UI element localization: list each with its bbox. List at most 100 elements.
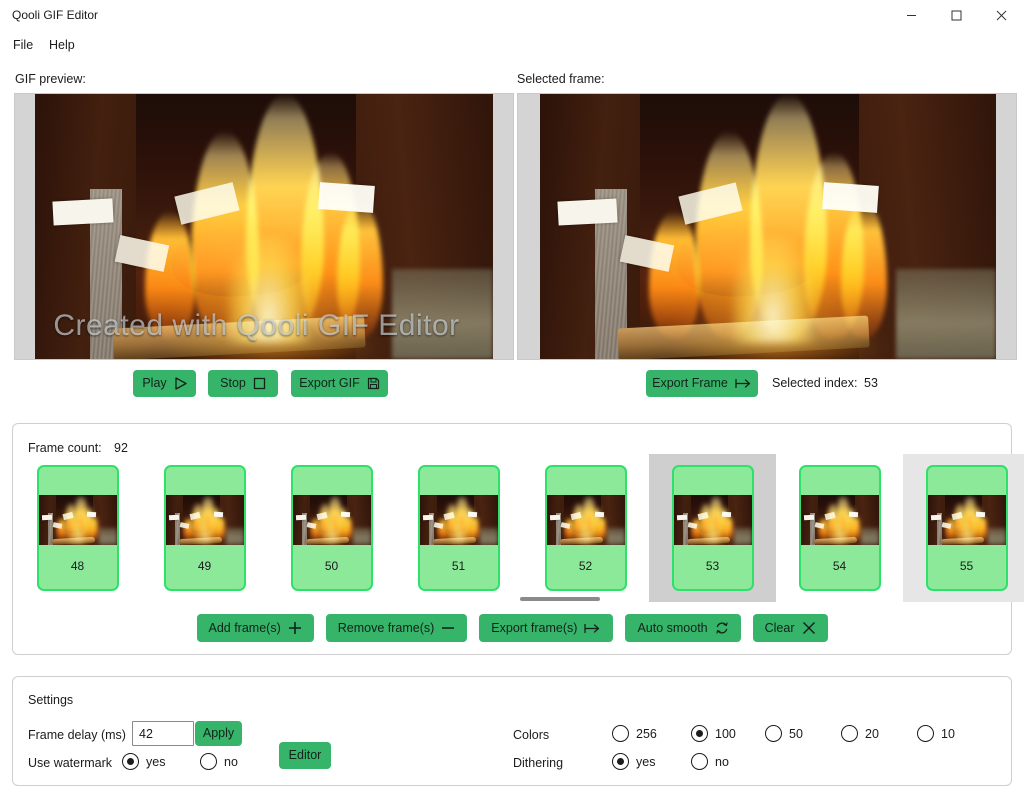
frame-thumbnail-image (292, 495, 371, 545)
window-controls (889, 0, 1024, 30)
selected-frame-image (540, 94, 996, 359)
radio-dot-icon (612, 725, 629, 742)
export-frame-button[interactable]: Export Frame (646, 370, 758, 397)
radio-watermark-no-label: no (224, 754, 238, 769)
frame-index-label: 51 (451, 559, 466, 573)
frame-thumbnail-card[interactable]: 49 (163, 465, 246, 591)
frame-thumbnail-card[interactable]: 51 (417, 465, 500, 591)
frame-index-label: 48 (70, 559, 85, 573)
export-frame-button-label: Export Frame (652, 376, 728, 391)
menu-item-file[interactable]: File (7, 36, 39, 54)
frame-actions-toolbar: Add frame(s) Remove frame(s) Export fram… (13, 614, 1011, 642)
play-icon (174, 377, 187, 390)
auto-smooth-button[interactable]: Auto smooth (625, 614, 741, 642)
frame-thumbnail-card[interactable]: 53 (671, 465, 754, 591)
frame-count-label: Frame count: (28, 441, 102, 455)
frame-thumbnail-card[interactable]: 55 (925, 465, 1008, 591)
frame-slot[interactable]: 53 (649, 454, 776, 602)
colors-label: Colors (513, 728, 550, 742)
radio-colors-20[interactable]: 20 (841, 725, 879, 742)
export-frames-label: Export frame(s) (491, 620, 578, 635)
add-frames-label: Add frame(s) (208, 620, 281, 635)
radio-dot-icon (200, 753, 217, 770)
frame-index-label: 52 (578, 559, 593, 573)
frame-delay-input[interactable] (132, 721, 194, 746)
radio-colors-256-label: 256 (636, 726, 657, 741)
radio-colors-20-label: 20 (865, 726, 879, 741)
frame-index-label: 55 (959, 559, 974, 573)
frame-thumbnail-card[interactable]: 54 (798, 465, 881, 591)
apply-button-label: Apply (202, 726, 235, 741)
radio-watermark-yes[interactable]: yes (122, 753, 165, 770)
maximize-icon[interactable] (934, 0, 979, 30)
radio-dot-icon (691, 753, 708, 770)
frame-thumbnail-image (165, 495, 244, 545)
play-button[interactable]: Play (133, 370, 196, 397)
minus-icon (441, 621, 455, 635)
radio-colors-256[interactable]: 256 (612, 725, 657, 742)
editor-button-label: Editor (288, 748, 322, 763)
radio-colors-10[interactable]: 10 (917, 725, 955, 742)
frame-slot[interactable]: 48 (14, 454, 141, 602)
menu-item-help[interactable]: Help (43, 36, 81, 54)
frame-index-label: 53 (705, 559, 720, 573)
radio-dithering-yes[interactable]: yes (612, 753, 655, 770)
gif-preview-panel: Created with Qooli GIF Editor (14, 93, 514, 360)
frame-slot[interactable]: 52 (522, 454, 649, 602)
gif-preview-image: Created with Qooli GIF Editor (35, 94, 493, 359)
plus-icon (288, 621, 302, 635)
radio-watermark-no[interactable]: no (200, 753, 238, 770)
frame-thumbnail-card[interactable]: 52 (544, 465, 627, 591)
editor-button[interactable]: Editor (279, 742, 331, 769)
frame-thumbnail-image (927, 495, 1006, 545)
selected-frame-label: Selected frame: (517, 72, 605, 86)
radio-watermark-yes-label: yes (146, 754, 166, 769)
radio-dithering-no-label: no (715, 754, 729, 769)
frame-thumbnail-image (546, 495, 625, 545)
frame-thumbnail-card[interactable]: 50 (290, 465, 373, 591)
stop-button-label: Stop (220, 376, 246, 391)
radio-dot-icon (841, 725, 858, 742)
frame-thumbnail-card[interactable]: 48 (36, 465, 119, 591)
close-x-icon (802, 621, 816, 635)
radio-colors-10-label: 10 (941, 726, 955, 741)
clear-label: Clear (764, 620, 795, 635)
stop-button[interactable]: Stop (208, 370, 278, 397)
frame-slot[interactable]: 49 (141, 454, 268, 602)
export-gif-button[interactable]: Export GIF (291, 370, 388, 397)
stop-icon (253, 377, 266, 390)
app-title: Qooli GIF Editor (12, 8, 99, 22)
minimize-icon[interactable] (889, 0, 934, 30)
radio-colors-50[interactable]: 50 (765, 725, 803, 742)
radio-dithering-no[interactable]: no (691, 753, 729, 770)
remove-frames-button[interactable]: Remove frame(s) (325, 614, 468, 642)
frame-strip[interactable]: 48 49 50 51 52 53 54 55 (14, 454, 1024, 602)
settings-title: Settings (28, 693, 74, 707)
clear-button[interactable]: Clear (752, 614, 828, 642)
export-frames-button[interactable]: Export frame(s) (479, 614, 614, 642)
title-bar: Qooli GIF Editor (0, 0, 1024, 30)
frame-count-value: 92 (114, 441, 128, 455)
frame-strip-scrollbar[interactable] (520, 597, 600, 601)
frame-slot[interactable]: 55 (903, 454, 1024, 602)
play-button-label: Play (142, 376, 167, 391)
frame-slot[interactable]: 54 (776, 454, 903, 602)
use-watermark-label: Use watermark (28, 756, 113, 770)
close-icon[interactable] (979, 0, 1024, 30)
frames-panel: Frame count: 92 48 49 50 51 52 53 54 55 … (12, 423, 1024, 655)
radio-dot-icon (917, 725, 934, 742)
frame-thumbnail-image (673, 495, 752, 545)
refresh-cycle-icon (715, 621, 729, 635)
selected-index-value: 53 (864, 376, 878, 390)
frame-thumbnail-image (419, 495, 498, 545)
frame-index-label: 49 (197, 559, 212, 573)
radio-dot-icon (765, 725, 782, 742)
add-frames-button[interactable]: Add frame(s) (196, 614, 314, 642)
radio-colors-100[interactable]: 100 (691, 725, 736, 742)
frame-slot[interactable]: 51 (395, 454, 522, 602)
radio-dot-icon (122, 753, 139, 770)
frame-slot[interactable]: 50 (268, 454, 395, 602)
radio-colors-50-label: 50 (789, 726, 803, 741)
apply-button[interactable]: Apply (195, 721, 242, 746)
auto-smooth-label: Auto smooth (637, 620, 708, 635)
